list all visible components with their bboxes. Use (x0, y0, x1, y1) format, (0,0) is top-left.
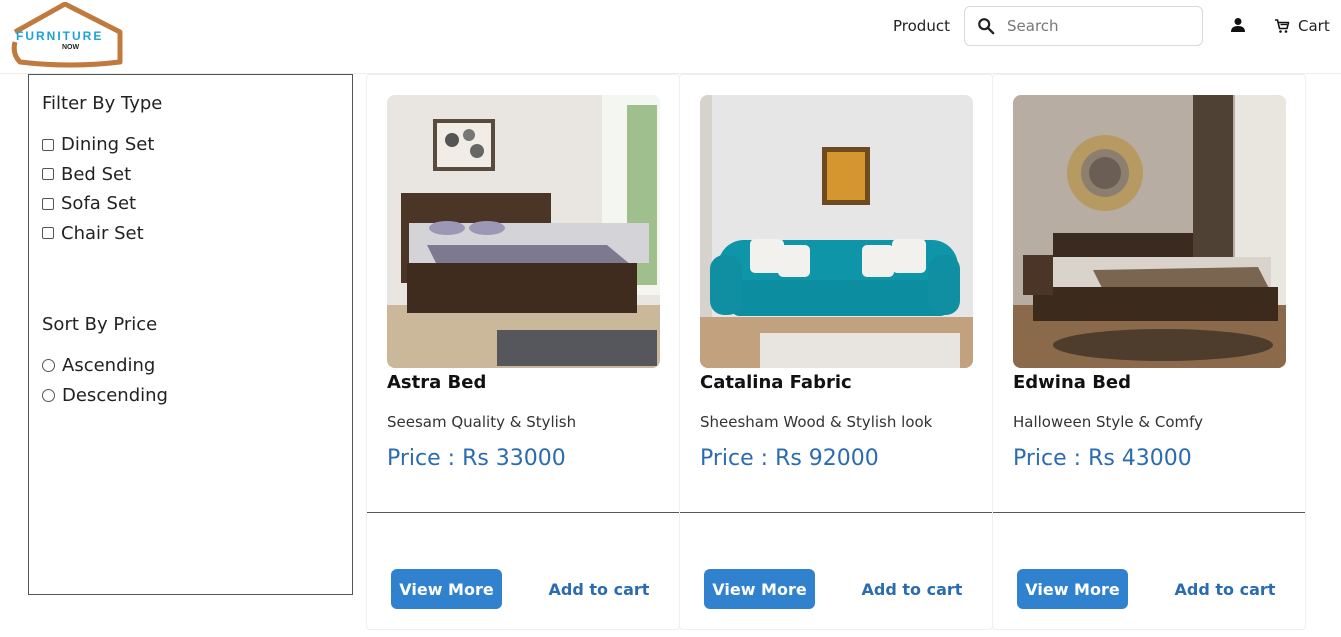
product-price: Price : Rs 43000 (1013, 446, 1192, 471)
add-to-cart-button[interactable]: Add to cart (850, 569, 974, 609)
cart-icon (1275, 19, 1290, 33)
filter-option-sofa-set[interactable]: Sofa Set (42, 189, 339, 219)
search-box[interactable] (964, 6, 1203, 46)
house-logo-icon: FURNITURE NOW (11, 1, 123, 68)
user-icon[interactable] (1230, 17, 1246, 33)
radio-button[interactable] (42, 359, 55, 373)
radio-button[interactable] (42, 388, 55, 402)
filter-option-label: Bed Set (61, 163, 132, 185)
checkbox[interactable] (42, 168, 54, 181)
product-description: Seesam Quality & Stylish (387, 413, 577, 431)
filter-option-bed-set[interactable]: Bed Set (42, 160, 339, 190)
product-name[interactable]: Edwina Bed (1013, 372, 1131, 393)
product-price: Price : Rs 33000 (387, 446, 566, 471)
search-icon (978, 18, 995, 35)
filter-option-label: Chair Set (61, 222, 144, 244)
product-image-sofa[interactable] (700, 95, 973, 368)
sort-option-label: Ascending (62, 355, 156, 377)
checkbox[interactable] (42, 197, 54, 210)
divider (680, 512, 992, 513)
view-more-button[interactable]: View More (391, 569, 502, 609)
filter-option-dining-set[interactable]: Dining Set (42, 130, 339, 160)
svg-text:FURNITURE: FURNITURE (16, 29, 103, 43)
filter-sidebar: Filter By Type Dining Set Bed Set Sofa S… (28, 74, 353, 595)
product-card: Astra Bed Seesam Quality & Stylish Price… (366, 74, 680, 630)
product-description: Halloween Style & Comfy (1013, 413, 1204, 431)
product-price: Price : Rs 92000 (700, 446, 879, 471)
svg-text:NOW: NOW (62, 44, 80, 51)
view-more-button[interactable]: View More (1017, 569, 1128, 609)
filter-type-title: Filter By Type (42, 93, 163, 114)
filter-option-label: Sofa Set (61, 193, 137, 215)
search-input[interactable] (1007, 17, 1187, 35)
divider (367, 512, 679, 513)
checkbox[interactable] (42, 138, 54, 151)
product-description: Sheesham Wood & Stylish look (700, 413, 933, 431)
top-navbar: FURNITURE NOW Product Cart (0, 0, 1341, 74)
filter-option-label: Dining Set (61, 134, 155, 156)
product-name[interactable]: Catalina Fabric (700, 372, 852, 393)
product-image-bed[interactable] (1013, 95, 1286, 368)
product-image-bed[interactable] (387, 95, 660, 368)
checkbox[interactable] (42, 227, 54, 240)
add-to-cart-button[interactable]: Add to cart (1163, 569, 1287, 609)
sort-option-descending[interactable]: Descending (42, 381, 339, 411)
brand-logo[interactable]: FURNITURE NOW (10, 1, 140, 68)
sort-option-ascending[interactable]: Ascending (42, 351, 339, 381)
view-more-button[interactable]: View More (704, 569, 815, 609)
product-card: Catalina Fabric Sheesham Wood & Stylish … (679, 74, 993, 630)
sort-option-label: Descending (62, 384, 168, 406)
cart-link[interactable]: Cart (1274, 17, 1330, 35)
cart-label: Cart (1298, 17, 1330, 35)
product-card: Edwina Bed Halloween Style & Comfy Price… (992, 74, 1306, 630)
divider (993, 512, 1305, 513)
sort-price-title: Sort By Price (42, 314, 158, 335)
filter-option-chair-set[interactable]: Chair Set (42, 219, 339, 249)
add-to-cart-button[interactable]: Add to cart (537, 569, 661, 609)
product-name[interactable]: Astra Bed (387, 372, 486, 393)
nav-product-link[interactable]: Product (893, 17, 950, 35)
